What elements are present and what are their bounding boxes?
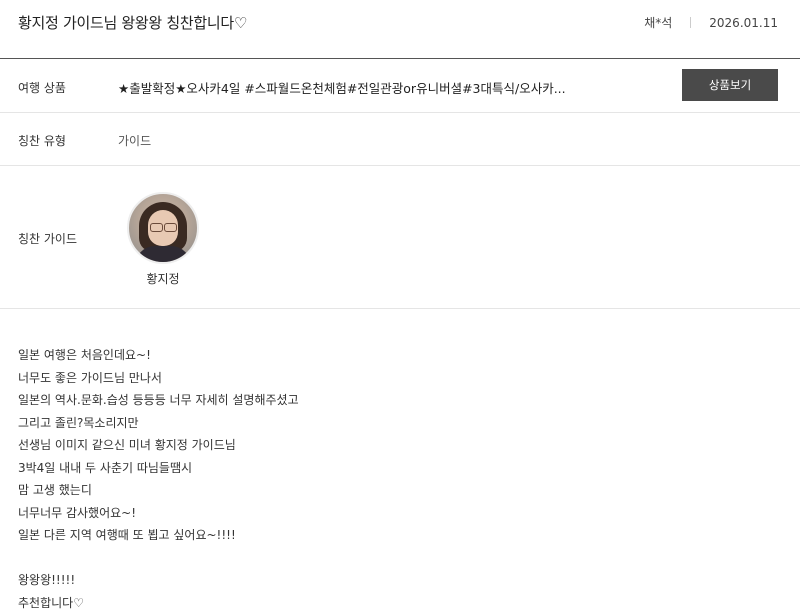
- body-line: 왕왕왕!!!!!: [18, 569, 299, 592]
- body-line: 추천합니다♡: [18, 592, 299, 614]
- body-line: 일본 다른 지역 여행때 또 뵙고 싶어요~!!!!: [18, 524, 299, 547]
- body-line: 그리고 졸린?목소리지만: [18, 412, 299, 435]
- praise-type-label: 칭찬 유형: [18, 132, 66, 149]
- praise-guide-label: 칭찬 가이드: [18, 230, 77, 247]
- body-line: 맘 고생 했는디: [18, 479, 299, 502]
- praise-type-row: 칭찬 유형 가이드: [0, 113, 800, 166]
- post-date: 2026.01.11: [709, 16, 778, 30]
- body-line: 너무도 좋은 가이드님 만나서: [18, 367, 299, 390]
- post-author: 채*석: [644, 14, 672, 31]
- avatar: [127, 192, 199, 264]
- body-line: 일본 여행은 처음인데요~!: [18, 344, 299, 367]
- guide-card[interactable]: 황지정: [127, 192, 199, 287]
- guide-name: 황지정: [127, 270, 199, 287]
- meta-divider: [690, 17, 691, 28]
- product-name[interactable]: ★출발확정★오사카4일 #스파월드온천체험#전일관광or유니버셜#3대특식/오사…: [118, 78, 566, 97]
- praise-guide-row: 칭찬 가이드 황지정: [0, 166, 800, 309]
- view-product-button[interactable]: 상품보기: [682, 69, 778, 101]
- post-header: 황지정 가이드님 왕왕왕 칭찬합니다♡ 채*석 2026.01.11: [0, 0, 800, 59]
- body-line: 일본의 역사.문화.습성 등등등 너무 자세히 설명해주셨고: [18, 389, 299, 412]
- post-body: 일본 여행은 처음인데요~! 너무도 좋은 가이드님 만나서 일본의 역사.문화…: [18, 344, 299, 614]
- product-row: 여행 상품 ★출발확정★오사카4일 #스파월드온천체험#전일관광or유니버셜#3…: [0, 59, 800, 113]
- body-line: 선생님 이미지 같으신 미녀 황지정 가이드님: [18, 434, 299, 457]
- post-meta: 채*석 2026.01.11: [644, 14, 778, 31]
- praise-type-value: 가이드: [118, 132, 151, 149]
- body-line: 너무너무 감사했어요~!: [18, 502, 299, 525]
- product-label: 여행 상품: [18, 79, 66, 96]
- body-line: 3박4일 내내 두 사춘기 따님들땜시: [18, 457, 299, 480]
- body-line: [18, 547, 299, 570]
- post-title: 황지정 가이드님 왕왕왕 칭찬합니다♡: [18, 12, 247, 33]
